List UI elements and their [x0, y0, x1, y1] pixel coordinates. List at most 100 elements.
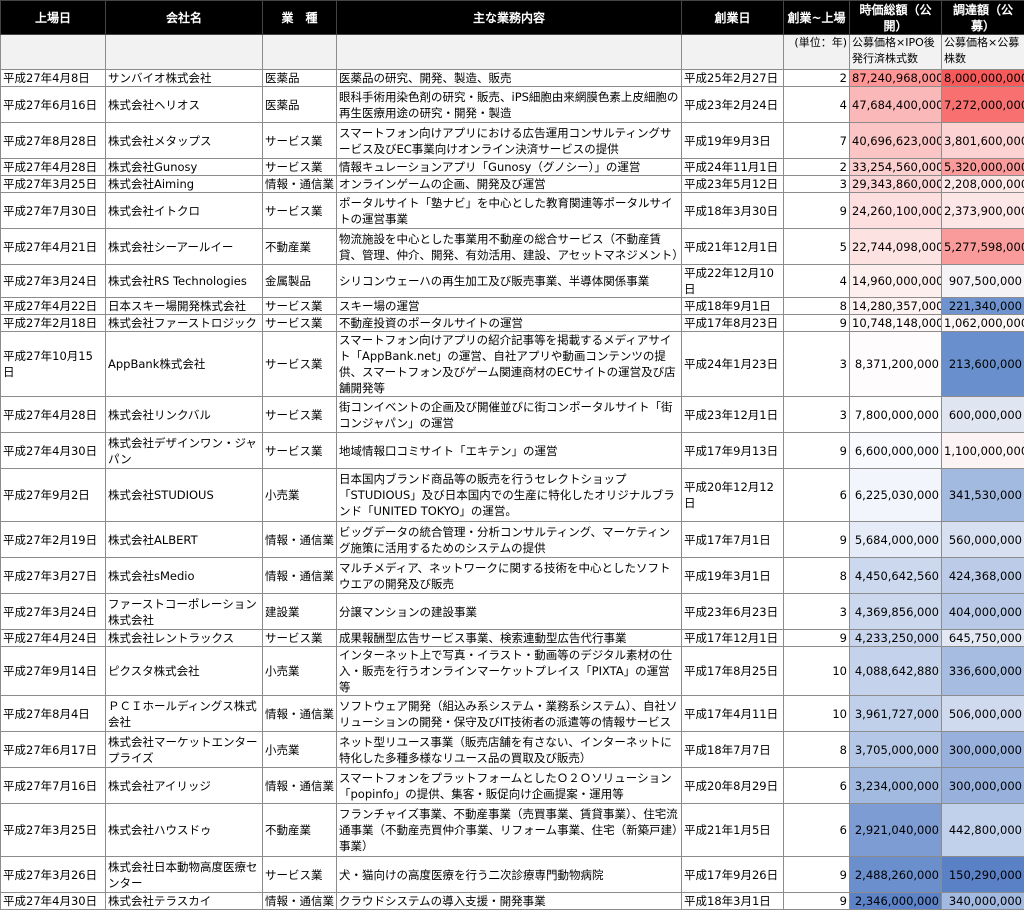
cell-listing-date: 平成27年8月4日 [1, 696, 106, 732]
cell-years: 3 [784, 332, 850, 397]
cell-market-cap: 3,705,000,000 [850, 732, 942, 768]
cell-years: 6 [784, 469, 850, 522]
table-row: 平成27年7月30日株式会社イトクロサービス業ポータルサイト「塾ナビ」を中心とし… [1, 193, 1024, 229]
cell-business: 成果報酬型広告サービス事業、検索連動型広告代行事業 [337, 630, 682, 647]
cell-founded: 平成24年11月1日 [682, 159, 784, 176]
cell-market-cap: 7,800,000,000 [850, 397, 942, 433]
cell-industry: 医薬品 [263, 87, 337, 123]
header-company: 会社名 [106, 1, 263, 35]
cell-years: 9 [784, 433, 850, 469]
cell-company: 株式会社ファーストロジック [106, 315, 263, 332]
cell-founded: 平成21年1月5日 [682, 804, 784, 857]
table-row: 平成27年6月17日株式会社マーケットエンタープライズ小売業ネット型リユース事業… [1, 732, 1024, 768]
cell-years: 5 [784, 229, 850, 265]
cell-company: 株式会社イトクロ [106, 193, 263, 229]
cell-industry: 建設業 [263, 594, 337, 630]
table-row: 平成27年10月15日AppBank株式会社サービス業スマートフォン向けアプリの… [1, 332, 1024, 397]
table-row: 平成27年8月4日ＰＣＩホールディングス株式会社情報・通信業ソフトウェア開発（組… [1, 696, 1024, 732]
table-row: 平成27年8月28日株式会社メタップスサービス業スマートフォン向けアプリにおける… [1, 123, 1024, 159]
cell-listing-date: 平成27年3月24日 [1, 594, 106, 630]
cell-founded: 平成20年8月29日 [682, 768, 784, 804]
cell-founded: 平成23年5月12日 [682, 176, 784, 193]
cell-years: 8 [784, 298, 850, 315]
cell-company: 株式会社Aiming [106, 176, 263, 193]
cell-years: 9 [784, 857, 850, 893]
subheader-empty [263, 35, 337, 70]
cell-raised: 424,368,000 [942, 558, 1024, 594]
ipo-table: 上場日 会社名 業 種 主な業務内容 創業日 創業~上場 時価総額（公開） 調達… [0, 0, 1024, 910]
cell-business: フランチャイズ事業、不動産事業（売買事業、賃貸事業）、住宅流通事業（不動産売買仲… [337, 804, 682, 857]
cell-listing-date: 平成27年10月15日 [1, 332, 106, 397]
table-row: 平成27年4月30日株式会社デザインワン・ジャパンサービス業地域情報口コミサイト… [1, 433, 1024, 469]
cell-business: ソフトウェア開発（組込み系システム・業務系システム）、自社ソリューションの開発・… [337, 696, 682, 732]
header-listing-date: 上場日 [1, 1, 106, 35]
cell-business: マルチメディア、ネットワークに関する技術を中心としたソフトウエアの開発及び販売 [337, 558, 682, 594]
cell-company: 株式会社メタップス [106, 123, 263, 159]
cell-business: 地域情報口コミサイト「エキテン」の運営 [337, 433, 682, 469]
cell-listing-date: 平成27年6月17日 [1, 732, 106, 768]
cell-business: スマートフォンをプラットフォームとしたＯ２Ｏソリューション「popinfo」の提… [337, 768, 682, 804]
cell-listing-date: 平成27年4月28日 [1, 159, 106, 176]
cell-market-cap: 4,450,642,560 [850, 558, 942, 594]
table-row: 平成27年3月24日株式会社RS Technologies金属製品シリコンウェー… [1, 265, 1024, 298]
cell-founded: 平成20年12月12日 [682, 469, 784, 522]
cell-raised: 600,000,000 [942, 397, 1024, 433]
cell-business: ビッグデータの統合管理・分析コンサルティング、マーケティング施策に活用するための… [337, 522, 682, 558]
cell-raised: 336,600,000 [942, 647, 1024, 696]
cell-industry: 情報・通信業 [263, 696, 337, 732]
cell-raised: 2,208,000,000 [942, 176, 1024, 193]
cell-founded: 平成25年2月27日 [682, 70, 784, 87]
cell-founded: 平成22年12月10日 [682, 265, 784, 298]
cell-industry: サービス業 [263, 123, 337, 159]
table-row: 平成27年4月28日株式会社Gunosyサービス業情報キュレーションアプリ「Gu… [1, 159, 1024, 176]
cell-company: 株式会社sMedio [106, 558, 263, 594]
cell-listing-date: 平成27年7月30日 [1, 193, 106, 229]
header-business: 主な業務内容 [337, 1, 682, 35]
cell-company: 株式会社STUDIOUS [106, 469, 263, 522]
cell-listing-date: 平成27年4月8日 [1, 70, 106, 87]
cell-industry: 小売業 [263, 647, 337, 696]
cell-industry: 情報・通信業 [263, 558, 337, 594]
cell-listing-date: 平成27年3月25日 [1, 804, 106, 857]
cell-years: 9 [784, 315, 850, 332]
cell-years: 9 [784, 522, 850, 558]
cell-company: 株式会社マーケットエンタープライズ [106, 732, 263, 768]
cell-founded: 平成23年12月1日 [682, 397, 784, 433]
cell-raised: 645,750,000 [942, 630, 1024, 647]
market-cap-formula-note: 公募価格×IPO後発行済株式数 [850, 35, 942, 70]
cell-company: ファーストコーポレーション株式会社 [106, 594, 263, 630]
table-row: 平成27年4月21日株式会社シーアールイー不動産業物流施設を中心とした事業用不動… [1, 229, 1024, 265]
table-row: 平成27年4月8日サンバイオ株式会社医薬品医薬品の研究、開発、製造、販売平成25… [1, 70, 1024, 87]
cell-company: 株式会社テラスカイ [106, 893, 263, 910]
table-row: 平成27年4月28日株式会社リンクバルサービス業街コンイベントの企画及び開催並び… [1, 397, 1024, 433]
cell-founded: 平成18年3月1日 [682, 893, 784, 910]
cell-market-cap: 2,346,000,000 [850, 893, 942, 910]
cell-industry: 情報・通信業 [263, 768, 337, 804]
cell-years: 3 [784, 397, 850, 433]
cell-business: ポータルサイト「塾ナビ」を中心とした教育関連等ポータルサイトの運営事業 [337, 193, 682, 229]
cell-company: 株式会社ヘリオス [106, 87, 263, 123]
cell-industry: 小売業 [263, 732, 337, 768]
cell-years: 6 [784, 804, 850, 857]
cell-founded: 平成19年9月3日 [682, 123, 784, 159]
cell-market-cap: 10,748,148,000 [850, 315, 942, 332]
cell-company: 株式会社シーアールイー [106, 229, 263, 265]
cell-company: 株式会社RS Technologies [106, 265, 263, 298]
table-row: 平成27年3月27日株式会社sMedio情報・通信業マルチメディア、ネットワーク… [1, 558, 1024, 594]
table-row: 平成27年2月19日株式会社ALBERT情報・通信業ビッグデータの統合管理・分析… [1, 522, 1024, 558]
cell-industry: サービス業 [263, 630, 337, 647]
cell-industry: サービス業 [263, 298, 337, 315]
cell-years: 9 [784, 193, 850, 229]
table-row: 平成27年4月30日株式会社テラスカイ情報・通信業クラウドシステムの導入支援・開… [1, 893, 1024, 910]
header-raised: 調達額（公募） [942, 1, 1024, 35]
cell-raised: 5,277,598,000 [942, 229, 1024, 265]
cell-listing-date: 平成27年4月24日 [1, 630, 106, 647]
header-founded: 創業日 [682, 1, 784, 35]
subheader-empty [337, 35, 682, 70]
cell-raised: 8,000,000,000 [942, 70, 1024, 87]
cell-listing-date: 平成27年9月2日 [1, 469, 106, 522]
cell-business: シリコンウェーハの再生加工及び販売事業、半導体関係事業 [337, 265, 682, 298]
cell-market-cap: 33,254,560,000 [850, 159, 942, 176]
cell-business: 眼科手術用染色剤の研究・販売、iPS細胞由来網膜色素上皮細胞の再生医療用途の研究… [337, 87, 682, 123]
table-row: 平成27年2月18日株式会社ファーストロジックサービス業不動産投資のポータルサイ… [1, 315, 1024, 332]
